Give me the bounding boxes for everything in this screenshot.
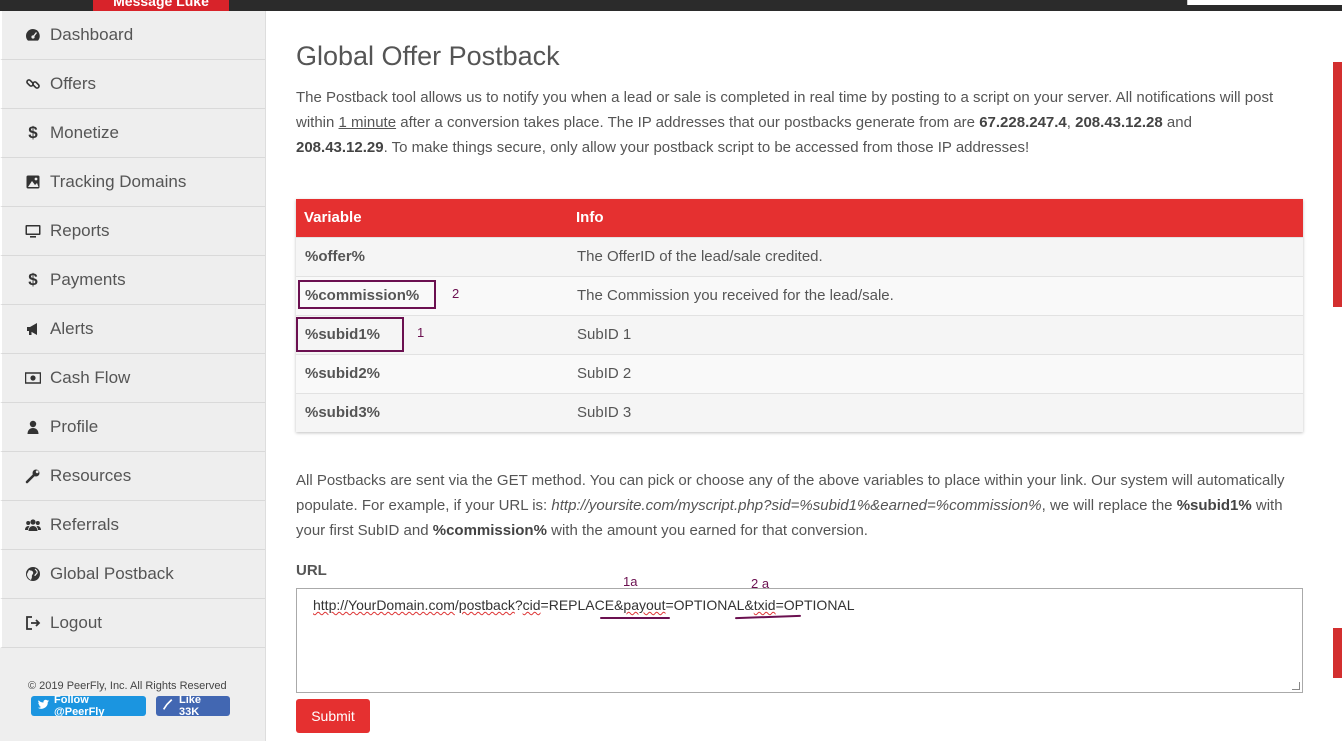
- variable-cell: %subid2%: [296, 353, 568, 393]
- sidebar-item-reports[interactable]: Reports: [0, 207, 265, 256]
- brand-tab[interactable]: Message Luke: [93, 0, 229, 11]
- table-row: %subid3% SubID 3: [296, 392, 1303, 432]
- wrench-icon: [24, 468, 42, 484]
- sidebar-item-logout[interactable]: Logout: [0, 599, 265, 648]
- sidebar-item-label: Payments: [50, 270, 126, 289]
- logout-icon: [24, 615, 42, 631]
- resize-handle[interactable]: [1292, 682, 1300, 690]
- variables-table: Variable Info %offer% The OfferID of the…: [296, 199, 1303, 432]
- sidebar-item-dashboard[interactable]: Dashboard: [0, 11, 265, 60]
- info-cell: SubID 1: [568, 314, 1303, 354]
- sidebar-item-label: Cash Flow: [50, 368, 131, 387]
- annotation-number-2a: 2 a: [751, 576, 770, 591]
- annotation-number-1: 1: [417, 325, 425, 340]
- table-row: %subid1% SubID 1: [296, 314, 1303, 354]
- table-header-row: Variable Info: [296, 199, 1303, 237]
- sidebar-item-label: Profile: [50, 417, 99, 436]
- social-buttons: Follow @PeerFly Like 33K: [31, 694, 230, 718]
- sidebar-item-referrals[interactable]: Referrals: [0, 501, 265, 550]
- url-textarea[interactable]: http://YourDomain.com/postback?cid=REPLA…: [296, 588, 1303, 693]
- sidebar-item-label: Dashboard: [50, 25, 134, 44]
- twitter-follow-label: Follow @PeerFly: [54, 694, 105, 718]
- sidebar-item-label: Referrals: [50, 515, 119, 534]
- column-header-info: Info: [568, 199, 1303, 237]
- url-label: URL: [296, 562, 327, 579]
- page-title: Global Offer Postback: [296, 41, 560, 71]
- bullhorn-icon: [24, 321, 42, 337]
- sidebar-item-label: Tracking Domains: [50, 172, 187, 191]
- sidebar-item-cash-flow[interactable]: Cash Flow: [0, 354, 265, 403]
- submit-button[interactable]: Submit: [296, 699, 370, 733]
- dollar-icon: $: [28, 270, 38, 289]
- twitter-follow-button[interactable]: Follow @PeerFly: [31, 694, 146, 718]
- sidebar-item-label: Monetize: [50, 123, 119, 142]
- table-row: %subid2% SubID 2: [296, 353, 1303, 393]
- sidebar-item-alerts[interactable]: Alerts: [0, 305, 265, 354]
- facebook-like-button[interactable]: Like 33K: [156, 694, 230, 718]
- sidebar-item-label: Global Postback: [50, 564, 174, 583]
- sidebar-item-monetize[interactable]: $ Monetize: [0, 109, 265, 158]
- sidebar-item-label: Logout: [50, 613, 102, 632]
- annotation-underline-1a: [600, 617, 670, 619]
- sidebar: Dashboard Offers $ Monetize Tracking Dom…: [0, 11, 266, 741]
- info-cell: The OfferID of the lead/sale credited.: [568, 236, 1303, 276]
- sidebar-item-tracking-domains[interactable]: Tracking Domains: [0, 158, 265, 207]
- top-search-box[interactable]: [1187, 0, 1342, 5]
- annotation-number-1a: 1a: [623, 574, 638, 589]
- users-icon: [24, 517, 42, 533]
- table-row: %offer% The OfferID of the lead/sale cre…: [296, 236, 1303, 276]
- explanation-paragraph: All Postbacks are sent via the GET metho…: [296, 472, 1285, 539]
- facebook-like-label: Like 33K: [179, 694, 202, 718]
- sidebar-item-label: Alerts: [50, 319, 94, 338]
- twitter-bird-icon: [37, 698, 50, 714]
- sidebar-item-label: Reports: [50, 221, 110, 240]
- sidebar-item-payments[interactable]: $ Payments: [0, 256, 265, 305]
- monitor-icon: [24, 223, 42, 239]
- dashboard-icon: [24, 27, 42, 43]
- info-cell: SubID 2: [568, 353, 1303, 393]
- annotation-box-subid1: [296, 317, 404, 352]
- sidebar-item-offers[interactable]: Offers: [0, 60, 265, 109]
- link-icon: [24, 76, 42, 92]
- table-row: %commission% The Commission you received…: [296, 275, 1303, 315]
- ip-address-2: 208.43.12.28: [1075, 114, 1163, 131]
- column-header-variable: Variable: [296, 199, 568, 237]
- copyright-text: © 2019 PeerFly, Inc. All Rights Reserved: [28, 680, 227, 692]
- info-cell: SubID 3: [568, 392, 1303, 432]
- sidebar-item-profile[interactable]: Profile: [0, 403, 265, 452]
- scrollbar-thumb-top: [1333, 62, 1342, 307]
- user-icon: [24, 419, 42, 435]
- ip-address-1: 67.228.247.4: [979, 114, 1067, 131]
- example-url: http://yoursite.com/myscript.php?sid=%su…: [551, 497, 1042, 514]
- scrollbar-thumb-bottom: [1333, 628, 1342, 678]
- intro-paragraph: The Postback tool allows us to notify yo…: [296, 89, 1274, 156]
- dollar-icon: $: [28, 123, 38, 142]
- sidebar-item-global-postback[interactable]: Global Postback: [0, 550, 265, 599]
- annotation-number-2: 2: [452, 286, 460, 301]
- sidebar-item-resources[interactable]: Resources: [0, 452, 265, 501]
- annotation-box-commission: [298, 280, 436, 309]
- url-value: http://YourDomain.com/postback?cid=REPLA…: [313, 597, 855, 613]
- variable-cell: %offer%: [296, 236, 568, 276]
- sidebar-item-label: Resources: [50, 466, 132, 485]
- one-minute-text: 1 minute: [338, 114, 397, 131]
- thumbs-up-icon: [162, 698, 175, 714]
- money-icon: [24, 370, 42, 386]
- globe-icon: [24, 566, 42, 582]
- info-cell: The Commission you received for the lead…: [568, 275, 1303, 315]
- sidebar-item-label: Offers: [50, 74, 96, 93]
- variable-cell: %subid3%: [296, 392, 568, 432]
- image-icon: [24, 174, 42, 190]
- ip-address-3: 208.43.12.29: [296, 139, 384, 156]
